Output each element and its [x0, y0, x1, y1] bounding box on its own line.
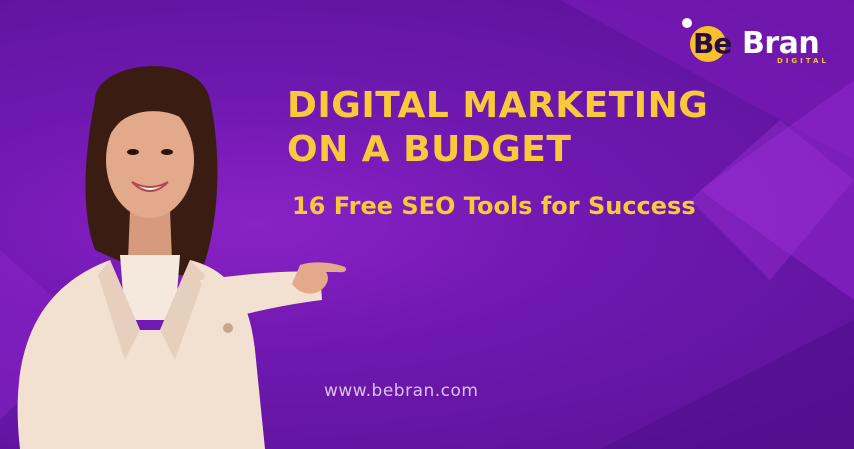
logo-bran-text: Bran — [742, 26, 820, 61]
smiling-woman-pointing-icon — [17, 66, 347, 449]
logo-be-text: Be — [693, 27, 732, 60]
logo-digital-text: DIGITAL — [777, 57, 829, 65]
logo-dot — [682, 18, 692, 28]
bebran-logo: Be Bran DIGITAL — [680, 16, 840, 66]
promo-banner: Be Bran DIGITAL DIGITAL MARKETING ON A B… — [0, 0, 854, 449]
